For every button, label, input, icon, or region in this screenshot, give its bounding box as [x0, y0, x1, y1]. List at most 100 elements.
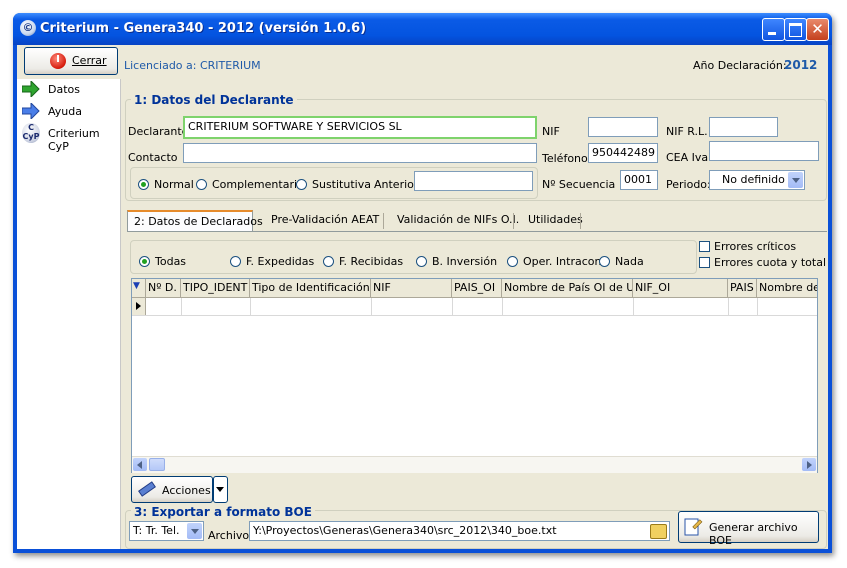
scroll-right-button[interactable]	[802, 458, 816, 471]
chevron-down-icon[interactable]	[187, 523, 202, 539]
acciones-dropdown[interactable]	[213, 476, 228, 503]
grid-col-tipo-identificacion[interactable]: Tipo de Identificación	[250, 279, 371, 298]
sidebar: Datos Ayuda C CyP Criterium CyP	[17, 79, 121, 549]
filter-inversion-label: B. Inversión	[432, 255, 498, 268]
grid-col-pais-oi[interactable]: PAIS_OI	[452, 279, 502, 298]
radio-sustitutiva[interactable]: Sustitutiva	[296, 178, 371, 193]
export-type-select[interactable]: T: Tr. Tel.	[129, 521, 204, 541]
chevron-left-icon	[137, 461, 142, 469]
client-area: Cerrar Licenciado a: CRITERIUM Año Decla…	[17, 45, 828, 549]
filter-nada-indicator[interactable]	[599, 256, 610, 267]
radio-complementaria[interactable]: Complementaria	[196, 178, 304, 193]
grid-col-nombre[interactable]: Nombre de	[757, 279, 817, 298]
table-row[interactable]	[132, 298, 817, 316]
horizontal-scrollbar[interactable]	[132, 456, 817, 473]
chevron-down-icon[interactable]	[788, 172, 803, 188]
minimize-button[interactable]	[762, 18, 785, 41]
row-selector[interactable]	[132, 298, 146, 315]
filter-expedidas-indicator[interactable]	[230, 256, 241, 267]
maximize-icon	[789, 23, 802, 37]
filter-nada[interactable]: Nada	[599, 255, 659, 270]
radio-normal-indicator[interactable]	[138, 179, 149, 190]
check-errores-cuota[interactable]: Errores cuota y total	[699, 256, 826, 270]
secuencia-input[interactable]: 0001	[620, 170, 658, 190]
check-errores-cuota-box[interactable]	[699, 257, 710, 268]
filter-intracom-indicator[interactable]	[507, 256, 518, 267]
tab-pre-validacion[interactable]: Pre-Validación AEAT	[265, 210, 385, 230]
grid-col-nd[interactable]: Nº D.	[146, 279, 181, 298]
row-pointer-icon	[136, 302, 141, 310]
close-icon: ✕	[811, 20, 824, 38]
contacto-input[interactable]	[183, 143, 537, 163]
filter-recibidas-label: F. Recibidas	[339, 255, 404, 268]
sidebar-item-label: Ayuda	[48, 105, 82, 118]
ceaiva-input[interactable]	[709, 141, 819, 161]
folder-open-icon[interactable]	[650, 524, 667, 539]
check-errores-criticos-box[interactable]	[699, 241, 710, 252]
declarante-input[interactable]: CRITERIUM SOFTWARE Y SERVICIOS SL	[183, 116, 537, 139]
export-type-value: T: Tr. Tel.	[133, 524, 180, 537]
cerrar-label: Cerrar	[72, 54, 107, 67]
generar-boe-button[interactable]: Generar archivo BOE	[678, 511, 819, 547]
sidebar-item-ayuda[interactable]: Ayuda	[22, 103, 117, 121]
scroll-left-button[interactable]	[133, 458, 147, 471]
cerrar-button[interactable]: Cerrar	[24, 47, 118, 75]
tab-validacion-nifs[interactable]: Validación de NIFs O.I.	[391, 210, 525, 230]
filter-expedidas[interactable]: F. Expedidas	[230, 255, 320, 270]
export-section-title: 3: Exportar a formato BOE	[131, 505, 315, 519]
tab-datos-declarados[interactable]: 2: Datos de Declarados	[127, 210, 263, 232]
filter-recibidas-indicator[interactable]	[323, 256, 334, 267]
declarante-label: Declarante	[128, 125, 189, 138]
tab-divider	[580, 213, 581, 229]
filter-intracom-label: Oper. Intracom.	[523, 255, 609, 268]
filter-inversion-indicator[interactable]	[416, 256, 427, 267]
tab-baseline	[127, 231, 827, 232]
archivo-input[interactable]: Y:\Proyectos\Generas\Genera340\src_2012\…	[249, 521, 670, 541]
acciones-button[interactable]: Acciones	[131, 476, 213, 503]
chevron-down-icon	[216, 487, 224, 492]
grid-col-nif-oi[interactable]: NIF_OI	[633, 279, 728, 298]
anterior-input[interactable]	[414, 171, 533, 191]
declarados-grid[interactable]: ▼ Nº D. TIPO_IDENT Tipo de Identificació…	[131, 278, 818, 473]
archivo-label: Archivo	[208, 529, 250, 542]
nifrl-input[interactable]	[709, 117, 778, 137]
acciones-label: Acciones	[162, 484, 211, 497]
declarante-section-title: 1: Datos del Declarante	[131, 93, 297, 107]
power-icon	[50, 53, 66, 69]
radio-sustitutiva-indicator[interactable]	[296, 179, 307, 190]
scroll-thumb[interactable]	[149, 458, 165, 471]
grid-col-nombre-pais-oi[interactable]: Nombre de País OI de UE	[502, 279, 633, 298]
grid-col-nif[interactable]: NIF	[371, 279, 452, 298]
sidebar-item-criterium-cyp[interactable]: C CyP Criterium CyP	[22, 123, 117, 153]
radio-normal-label: Normal	[154, 178, 194, 191]
radio-complementaria-label: Complementaria	[212, 178, 304, 191]
sidebar-item-datos[interactable]: Datos	[22, 81, 117, 99]
filter-todas[interactable]: Todas	[139, 255, 209, 270]
telefono-input[interactable]: 950442489	[588, 143, 658, 163]
filter-inversion[interactable]: B. Inversión	[416, 255, 501, 270]
filter-recibidas[interactable]: F. Recibidas	[323, 255, 408, 270]
title-bar[interactable]: © Criterium - Genera340 - 2012 (versión …	[13, 13, 832, 45]
filter-todas-indicator[interactable]	[139, 256, 150, 267]
nif-label: NIF	[542, 125, 560, 138]
filter-todas-label: Todas	[155, 255, 187, 268]
grid-col-tipo-ident[interactable]: TIPO_IDENT	[181, 279, 250, 298]
check-errores-criticos-label: Errores críticos	[714, 240, 797, 253]
tab-bar: 2: Datos de Declarados Pre-Validación AE…	[127, 210, 583, 232]
criterium-app-icon: ©	[20, 20, 36, 36]
close-window-button[interactable]: ✕	[806, 18, 829, 41]
grid-col-pais[interactable]: PAIS	[728, 279, 757, 298]
blue-arrow-icon	[22, 103, 40, 119]
grid-indicator-header[interactable]: ▼	[132, 279, 146, 298]
archivo-value: Y:\Proyectos\Generas\Genera340\src_2012\…	[253, 524, 557, 537]
generar-boe-label: Generar archivo BOE	[709, 521, 798, 547]
maximize-button[interactable]	[784, 18, 807, 41]
filter-intracom[interactable]: Oper. Intracom.	[507, 255, 609, 270]
radio-complementaria-indicator[interactable]	[196, 179, 207, 190]
year-label: Año Declaración:	[693, 59, 787, 72]
nif-input[interactable]	[588, 117, 658, 137]
filter-expedidas-label: F. Expedidas	[246, 255, 315, 268]
check-errores-criticos[interactable]: Errores críticos	[699, 240, 819, 254]
tab-utilidades[interactable]: Utilidades	[522, 210, 589, 230]
periodo-select[interactable]: No definido	[709, 170, 805, 190]
